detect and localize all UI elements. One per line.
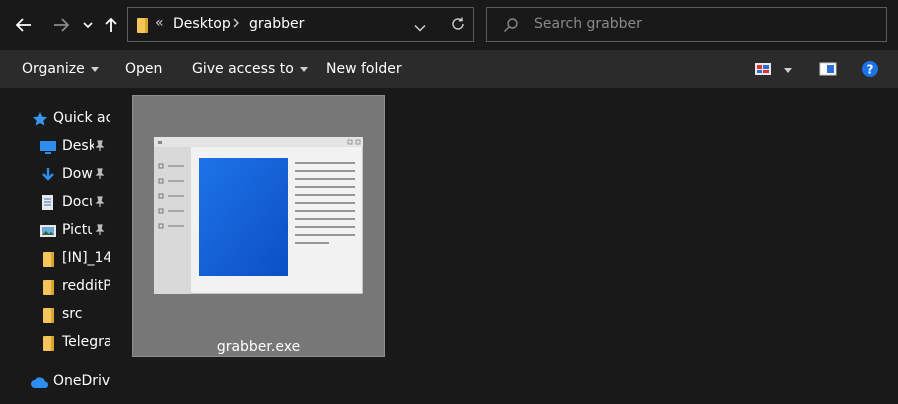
folder-icon xyxy=(40,335,56,351)
forward-button[interactable] xyxy=(49,10,73,40)
sidebar-item-folder-src[interactable]: src xyxy=(0,301,110,329)
give-access-button[interactable]: Give access to xyxy=(192,50,308,88)
address-bar[interactable]: « Desktop grabber xyxy=(127,7,474,42)
navigation-pane: Quick access Desktop Downloads Documents… xyxy=(0,88,110,404)
file-name: grabber.exe xyxy=(216,339,301,355)
address-dropdown-button[interactable] xyxy=(414,20,426,36)
folder-icon xyxy=(40,279,56,295)
breadcrumb-desktop[interactable]: Desktop xyxy=(173,16,231,32)
folder-icon xyxy=(40,251,56,267)
pin-icon xyxy=(94,196,106,208)
chevron-down-icon xyxy=(83,22,93,29)
sidebar-item-label: redditPe xyxy=(62,278,110,294)
up-button[interactable] xyxy=(101,10,121,40)
quick-access-label: Quick access xyxy=(53,110,110,126)
change-view-button[interactable] xyxy=(754,61,772,81)
caret-down-icon xyxy=(299,66,308,72)
folder-icon xyxy=(40,307,56,323)
sidebar-item-label: [IN]_146 xyxy=(62,250,110,266)
sidebar-item-label: Desktop xyxy=(62,138,94,154)
sidebar-item-documents[interactable]: Documents xyxy=(0,189,110,217)
view-options-button[interactable] xyxy=(784,62,792,78)
sidebar-item-label: Downloads xyxy=(62,166,92,182)
star-icon xyxy=(32,111,48,131)
sidebar-item-label: Pictures xyxy=(62,222,92,238)
pin-icon xyxy=(94,224,106,236)
document-icon xyxy=(40,195,56,211)
caret-down-icon xyxy=(784,67,792,73)
organize-button[interactable]: Organize xyxy=(22,50,99,88)
svg-text:?: ? xyxy=(867,63,874,77)
open-button[interactable]: Open xyxy=(125,50,162,88)
search-icon xyxy=(503,17,519,37)
chevron-down-icon xyxy=(414,24,426,32)
breadcrumb-separator-icon xyxy=(232,17,240,33)
caret-down-icon xyxy=(90,66,99,72)
search-box[interactable]: Search grabber xyxy=(486,7,887,42)
refresh-icon xyxy=(452,17,464,30)
pictures-icon xyxy=(40,223,56,239)
cloud-icon xyxy=(30,375,50,393)
preview-pane-button[interactable] xyxy=(819,61,837,81)
help-button[interactable]: ? xyxy=(861,60,879,82)
sidebar-item-desktop[interactable]: Desktop xyxy=(0,133,110,161)
folder-icon xyxy=(134,17,150,33)
breadcrumb-grabber[interactable]: grabber xyxy=(249,16,304,32)
view-icon xyxy=(755,63,771,75)
pin-icon xyxy=(94,140,106,152)
organize-label: Organize xyxy=(22,61,85,77)
give-access-label: Give access to xyxy=(192,61,294,77)
file-item-grabber-exe[interactable]: grabber.exe xyxy=(132,95,385,357)
help-icon: ? xyxy=(862,61,878,77)
refresh-button[interactable] xyxy=(450,16,466,36)
sidebar-item-onedrive[interactable]: OneDrive xyxy=(0,368,110,396)
pin-icon xyxy=(94,168,106,180)
sidebar-item-label: Telegra xyxy=(62,334,110,350)
desktop-icon xyxy=(40,139,56,155)
sidebar-item-folder-redditpe[interactable]: redditPe xyxy=(0,273,110,301)
arrow-right-icon xyxy=(54,18,69,32)
preview-pane-icon xyxy=(819,62,837,76)
application-window-icon xyxy=(154,137,363,294)
arrow-left-icon xyxy=(16,18,31,32)
download-arrow-icon xyxy=(40,167,56,183)
command-bar: Organize Open Give access to New folder … xyxy=(0,50,898,88)
sidebar-item-label: Documents xyxy=(62,194,92,210)
recent-locations-button[interactable] xyxy=(80,10,96,40)
search-input[interactable]: Search grabber xyxy=(534,16,642,32)
sidebar-item-label: src xyxy=(62,306,83,322)
breadcrumb-overflow[interactable]: « xyxy=(155,15,164,31)
sidebar-item-pictures[interactable]: Pictures xyxy=(0,217,110,245)
sidebar-item-downloads[interactable]: Downloads xyxy=(0,161,110,189)
sidebar-item-folder-telegra[interactable]: Telegra xyxy=(0,329,110,357)
arrow-up-icon xyxy=(105,17,117,32)
new-folder-button[interactable]: New folder xyxy=(326,50,402,88)
onedrive-label: OneDrive xyxy=(53,373,110,389)
back-button[interactable] xyxy=(12,10,36,40)
sidebar-item-folder-in146[interactable]: [IN]_146 xyxy=(0,245,110,273)
sidebar-item-quick-access[interactable]: Quick access xyxy=(0,105,110,133)
